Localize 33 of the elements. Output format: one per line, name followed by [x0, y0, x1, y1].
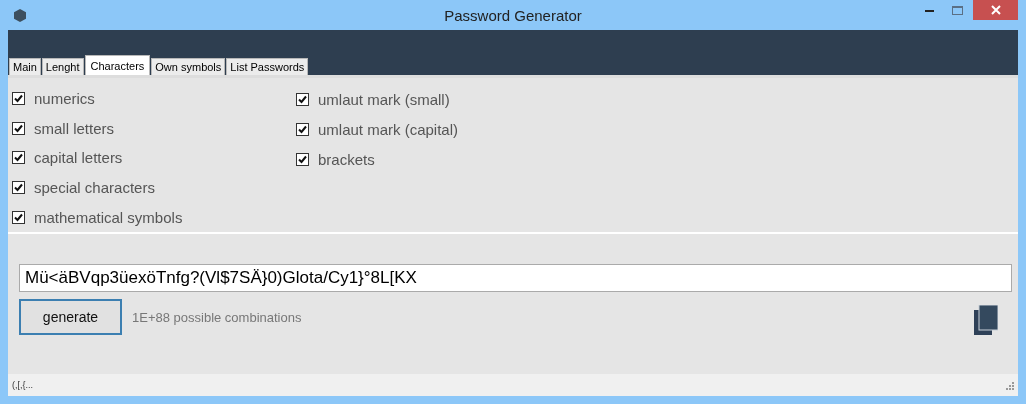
checkbox[interactable] — [296, 92, 309, 106]
checkbox-label: brackets — [318, 150, 375, 168]
checkbox-label: umlaut mark (capital) — [318, 120, 459, 138]
password-field[interactable]: Mü<äBVqp3üexöTnfg?(Vl$7SÄ}0)Glota/Cy1}°8L[KX — [19, 264, 1012, 292]
checkbox-label: umlaut mark (small) — [318, 90, 450, 108]
generate-button[interactable]: generate — [19, 299, 122, 335]
minimize-icon — [924, 8, 934, 12]
tab[interactable]: Characters — [84, 55, 151, 75]
resize-grip-icon[interactable] — [1005, 380, 1014, 390]
checkbox-label: special characters — [34, 179, 155, 197]
checkbox[interactable] — [12, 151, 25, 165]
checkbox-label: small letters — [34, 119, 115, 137]
maximize-icon — [951, 5, 963, 15]
copy-icon[interactable] — [974, 305, 998, 335]
window-title: Password Generator — [444, 6, 582, 24]
checkbox[interactable] — [12, 210, 25, 224]
status-text: (,[,{... — [12, 380, 33, 390]
tab[interactable]: Own symbols — [151, 58, 226, 75]
close-icon — [990, 5, 1001, 15]
checkbox[interactable] — [12, 181, 25, 195]
app-icon — [14, 8, 26, 22]
close-button[interactable] — [973, 0, 1018, 20]
checkbox[interactable] — [12, 121, 25, 135]
tab[interactable]: Lenght — [41, 58, 84, 75]
checkbox-label: mathematical symbols — [34, 208, 183, 226]
combinations-text: 1E+88 possible combinations — [132, 309, 302, 325]
tab[interactable]: List Passwords — [226, 58, 309, 75]
checkbox[interactable] — [296, 152, 309, 166]
tab[interactable]: Main — [9, 58, 41, 75]
checkbox[interactable] — [12, 92, 25, 106]
checkbox[interactable] — [296, 122, 309, 136]
checkbox-label: numerics — [34, 90, 95, 108]
checkbox-label: capital letters — [34, 149, 123, 167]
